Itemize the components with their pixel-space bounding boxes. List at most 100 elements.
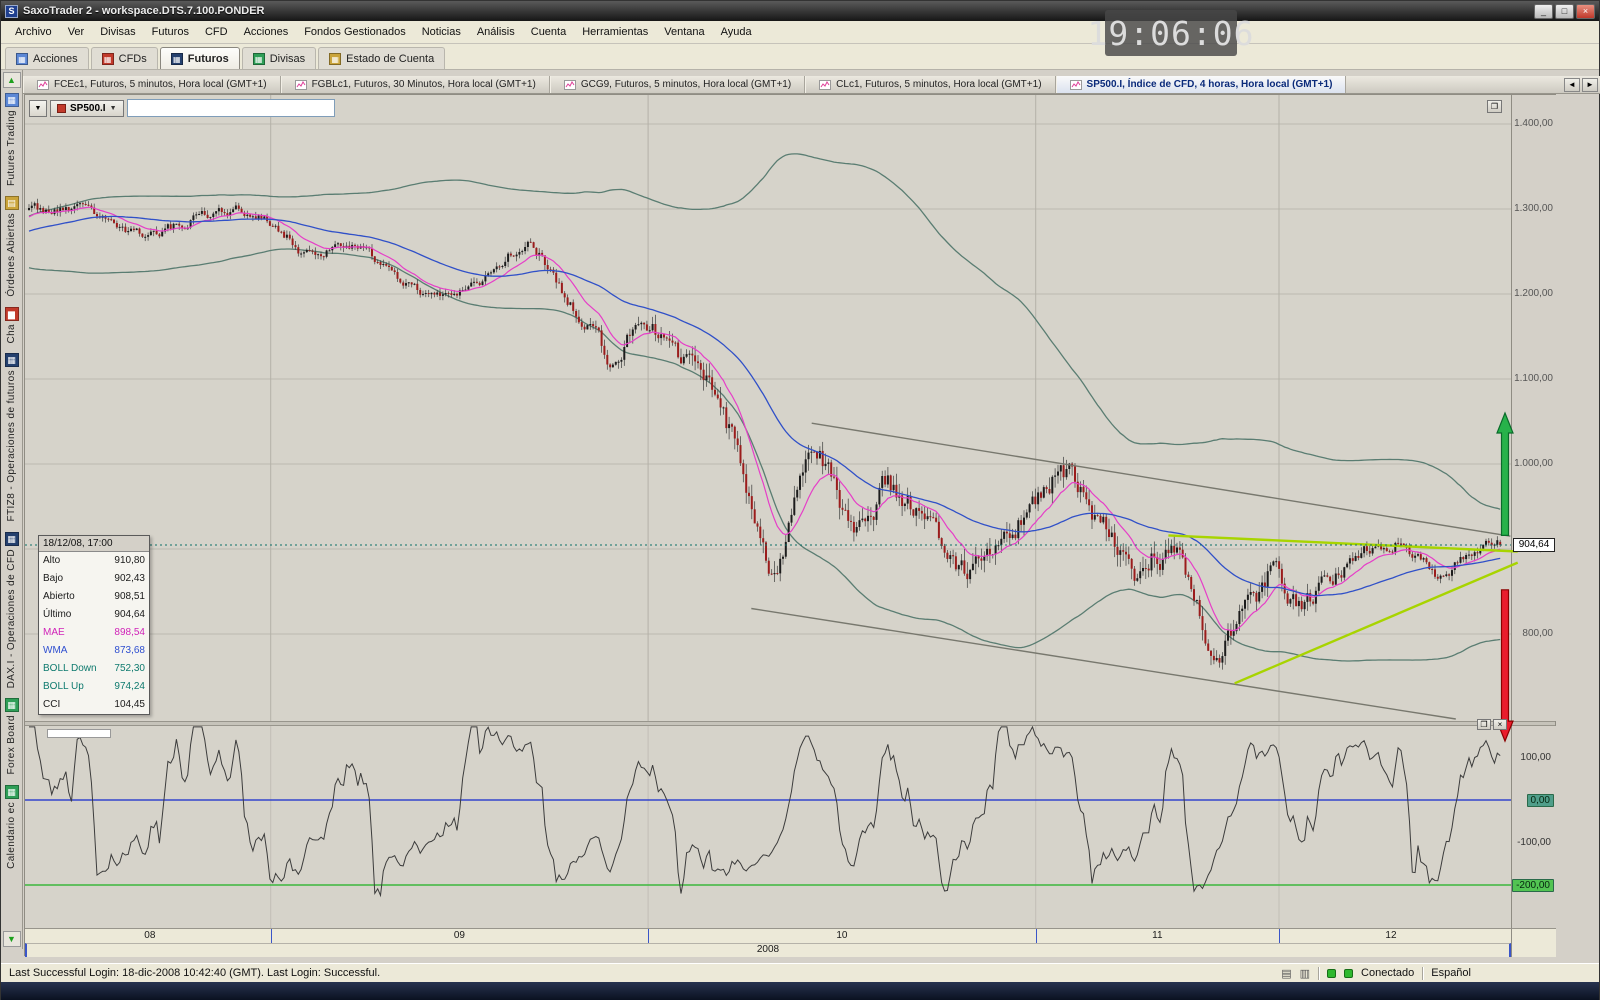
cci-axis-label: -100,00: [1514, 837, 1554, 848]
price-axis-label: 1.300,00: [1514, 203, 1553, 214]
cci-axis-label: 0,00: [1527, 794, 1554, 807]
tab-scroll-right-button[interactable]: ►: [1582, 78, 1598, 92]
indicator-close-button[interactable]: ×: [1493, 719, 1507, 730]
language-selector[interactable]: Español: [1431, 967, 1471, 979]
month-separator: [648, 929, 649, 944]
cci-axis[interactable]: 100,000,00-100,00-200,00: [1511, 726, 1556, 928]
data-box-row-alto: Alto910,80: [39, 552, 149, 570]
module-tab-futuros[interactable]: ▦Futuros: [160, 47, 240, 69]
cci-axis-label: 100,00: [1517, 752, 1554, 763]
menu-item-archivo[interactable]: Archivo: [7, 23, 60, 41]
window-title: SaxoTrader 2 - workspace.DTS.7.100.PONDE…: [23, 5, 265, 17]
sidebar-item-ftiz8[interactable]: ▦FTIZ8 - Operaciones de futuros: [5, 348, 19, 527]
price-chart-canvas[interactable]: [25, 95, 1511, 721]
wedge-support-line[interactable]: [1235, 563, 1518, 684]
data-box-row-boll-down: BOLL Down752,30: [39, 660, 149, 678]
data-box-row-bajo: Bajo902,43: [39, 570, 149, 588]
sidebar-scroll-down-button[interactable]: ▼: [3, 931, 21, 947]
data-box-row-wma: WMA873,68: [39, 642, 149, 660]
menu-item-noticias[interactable]: Noticias: [414, 23, 469, 41]
futuros-icon: ▦: [171, 53, 183, 65]
sidebar-item-forex-board[interactable]: ▦Forex Board: [5, 693, 19, 779]
menu-item-acciones[interactable]: Acciones: [236, 23, 297, 41]
symbol-selector[interactable]: SP500.I ▼: [50, 100, 124, 117]
data-box-row-ultimo: Último904,64: [39, 606, 149, 624]
login-status-text: Last Successful Login: 18-dic-2008 10:42…: [9, 967, 1273, 979]
statusbar-divider: [1318, 967, 1319, 980]
month-label: 11: [1152, 930, 1162, 941]
clock-time: 19:06:06: [1088, 14, 1255, 53]
menu-item-ventana[interactable]: Ventana: [656, 23, 712, 41]
cci-chart-canvas[interactable]: [25, 726, 1511, 928]
time-axis-year[interactable]: 2008: [25, 943, 1511, 957]
chart-tab-fgblc1[interactable]: FGBLc1, Futuros, 30 Minutos, Hora local …: [281, 76, 550, 93]
menu-item-divisas[interactable]: Divisas: [92, 23, 143, 41]
price-axis-label: 800,00: [1522, 628, 1553, 639]
sidebar-item-cha[interactable]: ▆Cha: [5, 302, 19, 349]
divisas-icon: ▦: [253, 53, 265, 65]
app-icon: S: [5, 5, 18, 18]
futures-trading-icon: ▦: [5, 93, 19, 107]
price-axis[interactable]: 904,64 1.400,001.300,001.200,001.100,001…: [1511, 95, 1556, 721]
up-arrow[interactable]: [1497, 413, 1513, 535]
sidebar-item-ordenes-abiertas[interactable]: ▤Órdenes Abiertas: [5, 191, 19, 302]
year-label: 2008: [757, 944, 779, 955]
printer-icon[interactable]: ▤: [1281, 967, 1291, 980]
month-label: 08: [144, 930, 155, 941]
instrument-icon: [57, 104, 66, 113]
chart-tab-clc1[interactable]: CLc1, Futuros, 5 minutos, Hora local (GM…: [805, 76, 1055, 93]
connection-status: Conectado: [1361, 967, 1414, 979]
menu-item-herramientas[interactable]: Herramientas: [574, 23, 656, 41]
export-icon[interactable]: ▥: [1300, 967, 1310, 980]
window-bottom-edge: [1, 982, 1599, 1000]
menu-item-ayuda[interactable]: Ayuda: [713, 23, 760, 41]
sidebar-item-futures-trading[interactable]: ▦Futures Trading: [5, 88, 19, 191]
close-button[interactable]: ×: [1576, 4, 1595, 19]
chart-tab-icon: [295, 80, 307, 90]
chart-tab-icon: [1070, 80, 1082, 90]
open-orders-icon: ▤: [5, 196, 19, 210]
chart-tab-sp500[interactable]: SP500.I, Índice de CFD, 4 horas, Hora lo…: [1056, 76, 1347, 93]
time-axis-months[interactable]: 0809101112: [25, 928, 1511, 943]
menu-item-cuenta[interactable]: Cuenta: [523, 23, 574, 41]
symbol-label: SP500.I: [70, 103, 106, 114]
menu-item-fondos-gestionados[interactable]: Fondos Gestionados: [296, 23, 414, 41]
menu-item-ver[interactable]: Ver: [60, 23, 93, 41]
chart-tab-gcg9[interactable]: GCG9, Futuros, 5 minutos, Hora local (GM…: [550, 76, 805, 93]
indicator-restore-button[interactable]: ❐: [1477, 719, 1491, 730]
chart-controls: ▼ SP500.I ▼: [29, 99, 335, 117]
connection-led-icon: [1327, 969, 1336, 978]
chart-tab-strip: FCEc1, Futuros, 5 minutos, Hora local (G…: [23, 76, 1600, 94]
descending-support-line[interactable]: [751, 609, 1456, 720]
sidebar-item-calendario[interactable]: ▦Calendario ec: [5, 780, 19, 874]
menu-item-futuros[interactable]: Futuros: [144, 23, 197, 41]
sidebar-item-dax[interactable]: ▦DAX.I - Operaciones de CFD: [5, 527, 19, 693]
chart-dropdown-button[interactable]: ▼: [29, 100, 47, 117]
month-separator: [1036, 929, 1037, 944]
data-box-timestamp: 18/12/08, 17:00: [39, 536, 149, 552]
chart-icon: ▆: [5, 307, 19, 321]
sidebar-scroll-up-button[interactable]: ▲: [3, 72, 21, 88]
tab-scroll-left-button[interactable]: ◄: [1564, 78, 1580, 92]
chevron-down-icon: ▼: [110, 105, 117, 112]
price-axis-label: 1.400,00: [1514, 118, 1553, 129]
month-separator: [271, 929, 272, 944]
data-box-row-cci: CCI104,45: [39, 696, 149, 714]
chart-tab-icon: [564, 80, 576, 90]
chart-symbol-input[interactable]: [127, 99, 335, 117]
module-tab-acciones[interactable]: ▦Acciones: [5, 47, 89, 69]
module-tab-estado-de-cuenta[interactable]: ▦Estado de Cuenta: [318, 47, 445, 69]
minimize-button[interactable]: _: [1534, 4, 1553, 19]
month-label: 10: [836, 930, 847, 941]
module-tab-divisas[interactable]: ▦Divisas: [242, 47, 316, 69]
chart-panel: ▼ SP500.I ▼ ❐ 18/12/08, 17:00 Alto910,80…: [24, 94, 1556, 956]
menu-item-analisis[interactable]: Análisis: [469, 23, 523, 41]
module-tab-cfds[interactable]: ▦CFDs: [91, 47, 158, 69]
chart-tab-fcec1[interactable]: FCEc1, Futuros, 5 minutos, Hora local (G…: [23, 76, 281, 93]
estado-cuenta-icon: ▦: [329, 53, 341, 65]
chart-tab-icon: [819, 80, 831, 90]
menu-item-cfd[interactable]: CFD: [197, 23, 236, 41]
futures-trade-icon: ▦: [5, 353, 19, 367]
chart-restore-button[interactable]: ❐: [1487, 100, 1502, 113]
maximize-button[interactable]: □: [1555, 4, 1574, 19]
